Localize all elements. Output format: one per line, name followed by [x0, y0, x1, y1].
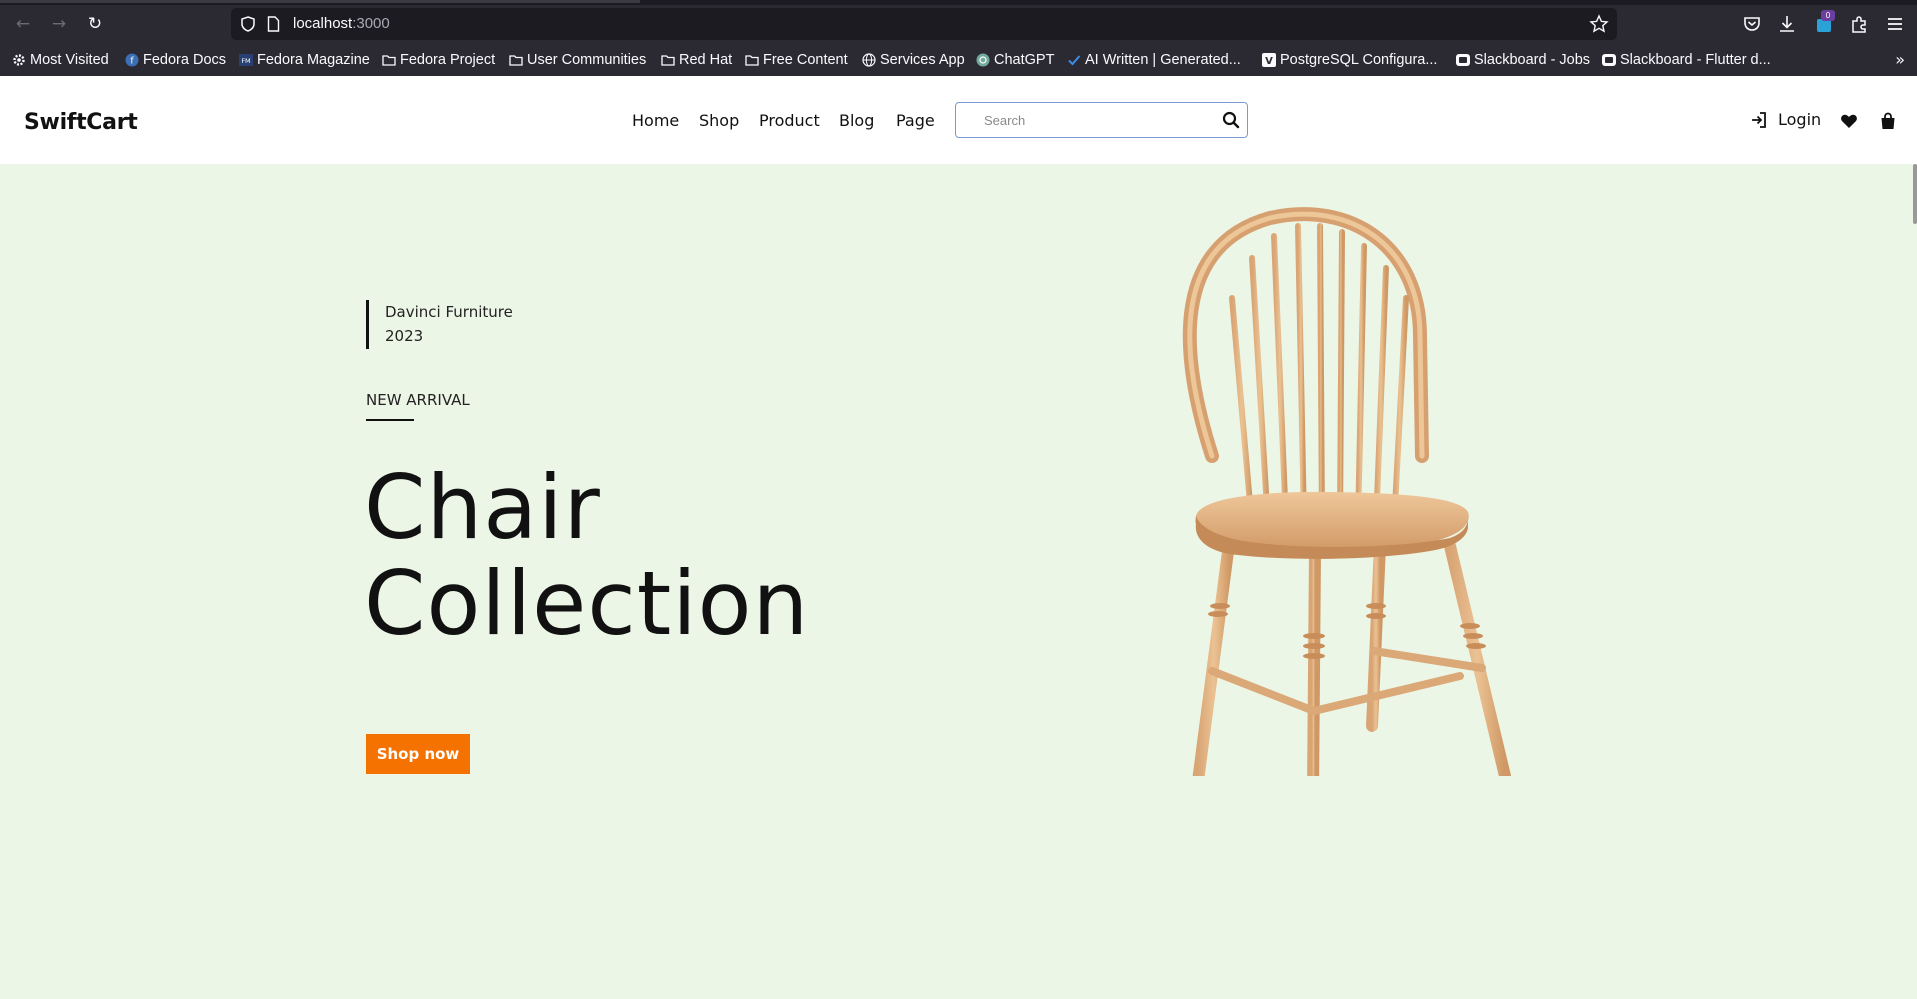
bookmark-user-communities[interactable]: User Communities — [509, 50, 646, 70]
bookmark-label: Slackboard - Jobs — [1474, 52, 1591, 68]
bookmark-ai-written[interactable]: AI Written | Generated... — [1067, 50, 1241, 70]
brand-year: 2023 — [385, 327, 424, 345]
search-input[interactable] — [966, 103, 1216, 137]
svg-text:V: V — [1265, 56, 1273, 67]
bookmark-free-content[interactable]: Free Content — [745, 50, 848, 70]
shopping-bag-icon[interactable] — [1879, 112, 1897, 130]
bookmark-label: Fedora Magazine — [257, 52, 370, 68]
login-label: Login — [1778, 110, 1822, 129]
bookmark-label: ChatGPT — [994, 52, 1055, 68]
login-link[interactable]: Login — [1750, 110, 1821, 129]
pocket-icon[interactable] — [1741, 13, 1763, 35]
back-icon[interactable]: ← — [12, 13, 34, 35]
hero-title: Chair Collection — [364, 460, 809, 652]
bookmark-postgresql[interactable]: V PostgreSQL Configura... — [1262, 50, 1437, 70]
slackboard-icon — [1456, 53, 1470, 67]
brand-tag: Davinci Furniture 2023 — [366, 300, 513, 349]
bookmark-star-icon[interactable] — [1589, 14, 1609, 34]
bookmark-label: Services App — [880, 52, 965, 68]
nav-product[interactable]: Product — [759, 111, 820, 130]
active-tab-indicator — [0, 0, 640, 3]
bookmark-label: Fedora Project — [400, 52, 496, 68]
forward-icon[interactable]: → — [48, 13, 70, 35]
folder-icon — [509, 53, 523, 67]
bookmark-label: Free Content — [763, 52, 848, 68]
heart-icon[interactable] — [1840, 112, 1858, 130]
search-box — [955, 102, 1248, 138]
eyebrow-label: NEW ARRIVAL — [366, 391, 470, 409]
bookmark-label: Red Hat — [679, 52, 733, 68]
chevron-double-right-icon[interactable]: » — [1895, 50, 1905, 69]
page-viewport: SwiftCart Home Shop Product Blog Page Lo… — [0, 76, 1917, 999]
nav-shop[interactable]: Shop — [699, 111, 739, 130]
bookmark-chatgpt[interactable]: ChatGPT — [976, 50, 1054, 70]
search-icon[interactable] — [1221, 110, 1241, 130]
chair-image — [1182, 207, 1511, 776]
login-icon — [1752, 111, 1766, 128]
v-icon: V — [1262, 53, 1276, 67]
bookmark-label: PostgreSQL Configura... — [1280, 52, 1438, 68]
url-bar[interactable]: localhost:3000 — [231, 8, 1617, 40]
download-icon[interactable] — [1776, 13, 1798, 35]
gear-icon — [12, 53, 26, 67]
bookmark-fedora-docs[interactable]: f Fedora Docs — [125, 50, 226, 70]
shield-icon[interactable] — [241, 16, 255, 32]
bookmark-label: Most Visited — [30, 52, 109, 68]
bookmarks-bar: Most Visited f Fedora Docs FM Fedora Magaz… — [0, 46, 1917, 74]
folder-icon — [745, 53, 759, 67]
tab-strip — [0, 0, 1917, 5]
url-text[interactable]: localhost:3000 — [293, 15, 390, 32]
menu-icon[interactable] — [1884, 13, 1906, 35]
hero-title-line2: Collection — [364, 552, 810, 655]
bookmark-red-hat[interactable]: Red Hat — [661, 50, 732, 70]
url-host: localhost — [293, 15, 353, 32]
page-scrollbar[interactable] — [1913, 164, 1917, 224]
reload-icon[interactable]: ↻ — [84, 13, 106, 35]
brand-name: Davinci Furniture — [385, 303, 513, 321]
site-logo[interactable]: SwiftCart — [24, 110, 138, 135]
bookmark-fedora-magazine[interactable]: FM Fedora Magazine — [239, 50, 370, 70]
chatgpt-icon — [976, 53, 990, 67]
hero-title-line1: Chair — [364, 456, 601, 559]
folder-icon — [661, 53, 675, 67]
nav-home[interactable]: Home — [632, 111, 679, 130]
fedora-magazine-icon: FM — [239, 53, 253, 67]
nav-blog[interactable]: Blog — [839, 111, 874, 130]
bookmark-label: User Communities — [527, 52, 647, 68]
slackboard-icon — [1602, 53, 1616, 67]
nav-page[interactable]: Page — [896, 111, 935, 130]
browser-chrome: ← → ↻ localhost:3000 0 Most Visited f Fed… — [0, 0, 1917, 76]
url-port: :3000 — [352, 15, 390, 32]
bookmark-label: AI Written | Generated... — [1085, 52, 1241, 68]
check-icon — [1067, 53, 1081, 67]
folder-icon — [382, 53, 396, 67]
globe-icon — [862, 53, 876, 67]
fedora-icon: f — [125, 53, 139, 67]
bookmark-slackboard-flutter[interactable]: Slackboard - Flutter d... — [1602, 50, 1771, 70]
svg-text:FM: FM — [241, 57, 250, 65]
bookmark-slackboard-jobs[interactable]: Slackboard - Jobs — [1456, 50, 1590, 70]
bookmark-label: Fedora Docs — [143, 52, 227, 68]
extension-badge: 0 — [1821, 10, 1835, 21]
shop-now-button[interactable]: Shop now — [366, 734, 470, 774]
page-icon — [267, 16, 280, 32]
site-header: SwiftCart Home Shop Product Blog Page Lo… — [0, 76, 1917, 164]
eyebrow-underline — [366, 419, 414, 421]
bookmark-label: Slackboard - Flutter d... — [1620, 52, 1771, 68]
puzzle-icon[interactable] — [1848, 13, 1870, 35]
bookmark-most-visited[interactable]: Most Visited — [12, 50, 109, 70]
bookmark-fedora-project[interactable]: Fedora Project — [382, 50, 495, 70]
bookmark-services-app[interactable]: Services App — [862, 50, 965, 70]
